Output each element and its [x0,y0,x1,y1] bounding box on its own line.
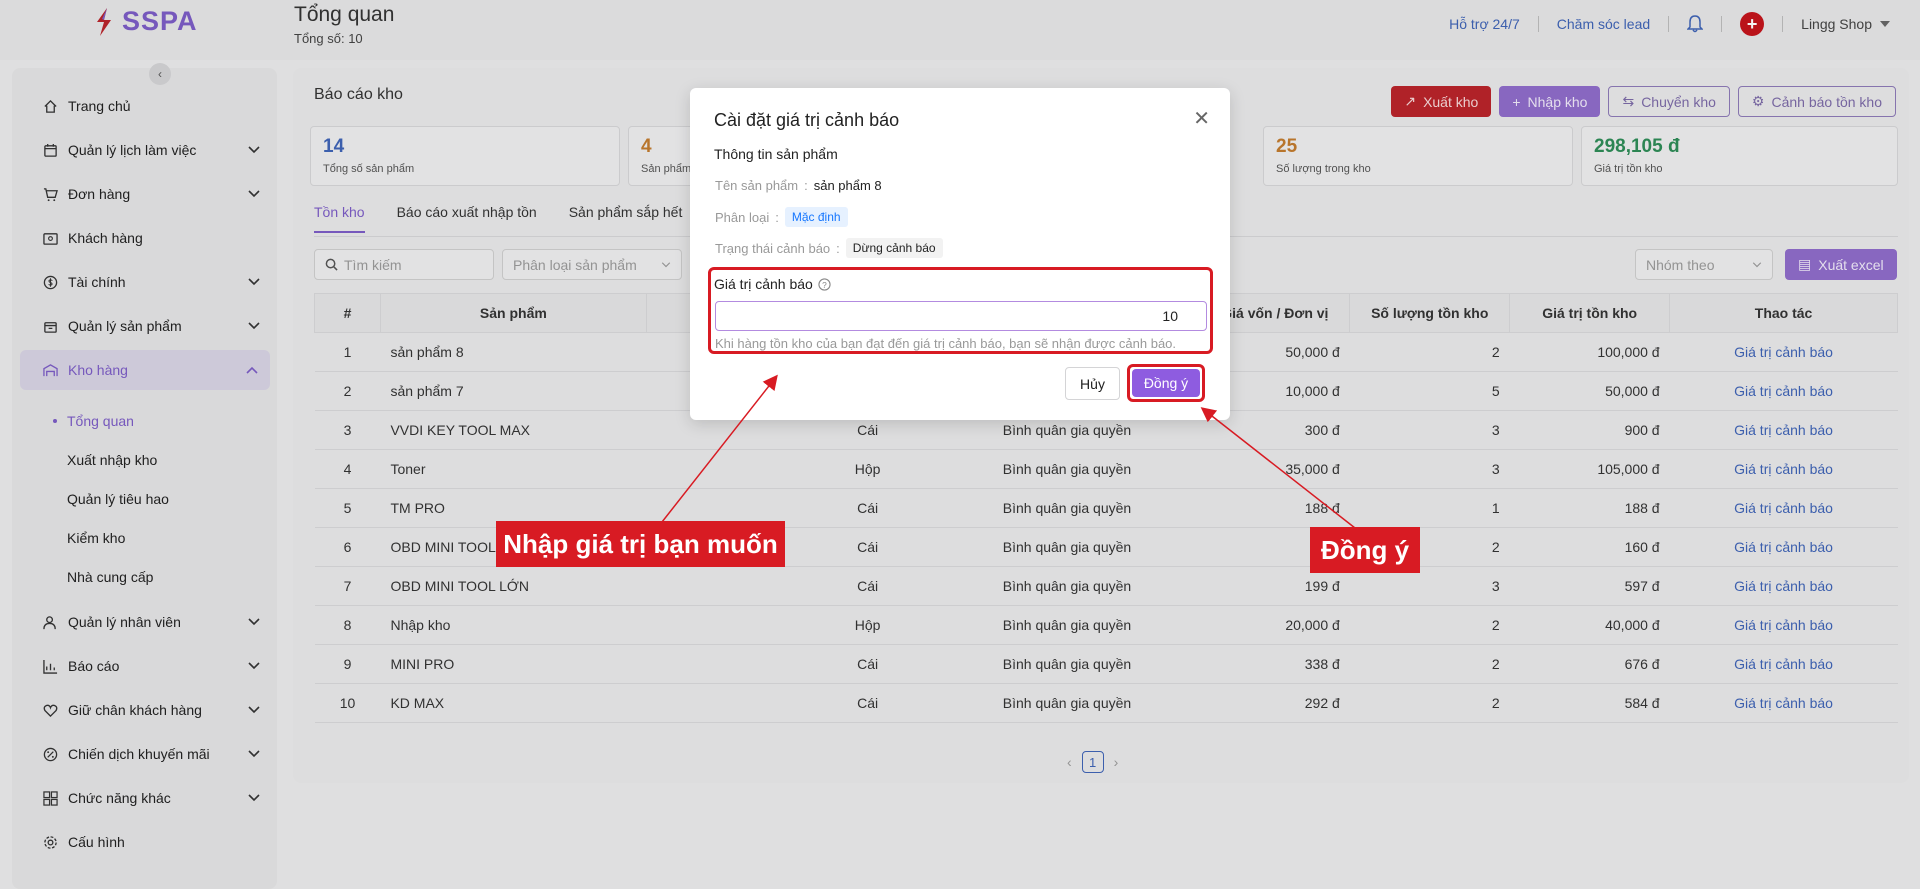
annotation-callout-right: Đồng ý [1310,527,1420,573]
product-name-row: Tên sản phẩm: sản phẩm 8 [715,178,882,193]
alert-value-help: Khi hàng tồn kho của bạn đạt đến giá trị… [715,336,1177,351]
colon: : [775,209,779,225]
alert-status-tag: Dừng cảnh báo [845,238,943,258]
annotation-callout-left: Nhập giá trị bạn muốn [496,521,785,567]
close-icon[interactable]: ✕ [1193,106,1210,131]
svg-text:?: ? [822,279,827,289]
product-name-label: Tên sản phẩm [715,178,799,193]
category-row: Phân loại: Mặc định [715,207,848,227]
colon: : [836,240,840,256]
product-name-value: sản phẩm 8 [813,178,882,193]
colon: : [804,178,808,193]
alert-value-label: Giá trị cảnh báo? [714,276,831,292]
alert-value-modal: Cài đặt giá trị cảnh báo ✕ Thông tin sản… [690,88,1230,420]
alert-value-label-text: Giá trị cảnh báo [714,276,813,292]
alert-status-label: Trạng thái cảnh báo [715,240,831,256]
product-info-heading: Thông tin sản phẩm [714,146,838,162]
modal-title: Cài đặt giá trị cảnh báo [714,110,900,130]
question-circle-icon[interactable]: ? [818,277,831,291]
category-label: Phân loại [715,209,770,225]
alert-value-input[interactable] [715,301,1207,331]
category-tag: Mặc định [784,207,848,227]
confirm-button[interactable]: Đồng ý [1132,369,1200,397]
cancel-button[interactable]: Hủy [1065,367,1120,400]
alert-status-row: Trạng thái cảnh báo: Dừng cảnh báo [715,238,943,258]
